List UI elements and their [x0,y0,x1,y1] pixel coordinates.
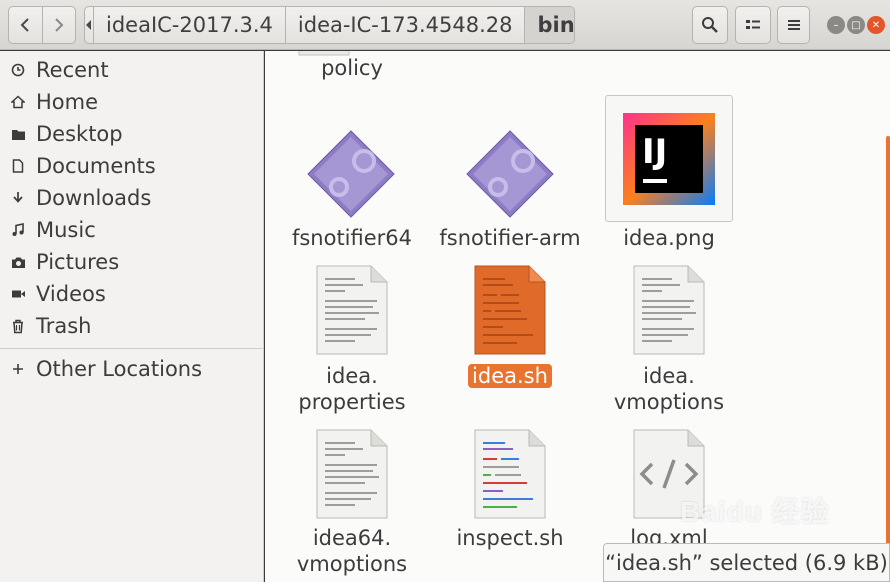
chevron-right-icon [55,18,64,32]
minimize-icon: – [833,19,839,31]
sidebar-item-music[interactable]: Music [0,214,263,246]
search-button[interactable] [692,6,728,44]
file-label-idea-properties-1: idea. [326,364,378,388]
header-bar: ideaIC-2017.3.4 idea-IC-173.4548.28 bin … [0,0,890,50]
document-icon [0,159,36,173]
sidebar-divider [0,348,263,349]
sidebar-item-label: Desktop [36,122,123,146]
sidebar-item-desktop[interactable]: Desktop [0,118,263,150]
hamburger-icon [787,20,800,30]
intellij-logo-icon: IJ [623,113,715,205]
breadcrumb: ideaIC-2017.3.4 idea-IC-173.4548.28 bin [84,6,575,44]
sidebar-item-label: Other Locations [36,357,203,381]
file-label-idea-properties-2: properties [298,390,406,414]
file-label-inspect-sh: inspect.sh [456,526,564,550]
text-file-icon [316,429,388,519]
history-nav [8,6,76,44]
sidebar-item-videos[interactable]: Videos [0,278,263,310]
minimize-button[interactable]: – [827,16,845,34]
view-toggle-button[interactable] [735,6,771,44]
file-item-idea-png[interactable]: IJ [605,95,733,222]
places-sidebar: Recent Home Desktop Documents Downloads … [0,51,264,582]
file-item-idea-properties[interactable] [315,264,389,360]
file-item-idea-sh[interactable] [473,264,547,360]
sidebar-item-label: Pictures [36,250,120,274]
shell-script-icon [474,265,546,355]
status-overlay: “idea.sh” selected (6.9 kB) [603,543,890,582]
text-file-icon [316,265,388,355]
sidebar-item-downloads[interactable]: Downloads [0,182,263,214]
executable-icon [466,130,554,218]
executable-icon [307,130,395,218]
path-scroll-left-button[interactable] [85,7,93,43]
home-icon [0,95,36,109]
clock-icon [0,63,36,77]
sidebar-item-recent[interactable]: Recent [0,54,263,86]
file-label-idea-sh: idea.sh [451,363,569,389]
triangle-left-icon [86,20,91,30]
breadcrumb-item-idea-root[interactable]: ideaIC-2017.3.4 [93,7,285,43]
status-text: “idea.sh” selected (6.9 kB) [605,550,888,575]
folder-icon [0,128,36,141]
watermark: Baidu 经验 [680,496,830,527]
file-label-idea64-vmoptions-1: idea64. [312,526,392,550]
file-item-idea-vmoptions[interactable] [632,264,706,360]
file-label-idea64-vmoptions-2: vmoptions [296,552,408,576]
file-item-fsnotifier-arm[interactable] [465,129,555,223]
sidebar-item-label: Downloads [36,186,152,210]
sidebar-item-label: Music [36,218,96,242]
sidebar-item-pictures[interactable]: Pictures [0,246,263,278]
file-label-policy: policy [321,56,383,80]
sidebar-item-other-locations[interactable]: Other Locations [0,353,263,385]
sidebar-item-label: Trash [36,314,92,338]
intellij-logo-text: IJ [642,132,667,172]
breadcrumb-item-idea-version[interactable]: idea-IC-173.4548.28 [284,7,525,43]
close-button[interactable]: ✕ [867,16,885,34]
sidebar-item-label: Home [36,90,99,114]
sidebar-item-label: Videos [36,282,106,306]
chevron-left-icon [21,18,30,32]
camera-icon [0,256,36,269]
file-label-idea-vmoptions-2: vmoptions [613,390,725,414]
close-icon: ✕ [871,19,881,31]
trash-icon [0,319,36,334]
maximize-icon: □ [851,19,861,31]
file-label-idea-vmoptions-1: idea. [643,364,695,388]
sidebar-item-label: Documents [36,154,156,178]
file-item-inspect-sh[interactable] [473,428,547,524]
maximize-button[interactable]: □ [847,16,865,34]
file-label-fsnotifier64: fsnotifier64 [291,226,413,250]
sidebar-item-documents[interactable]: Documents [0,150,263,182]
video-icon [0,288,36,300]
selected-filename: idea.sh [468,364,552,388]
back-button[interactable] [9,7,42,43]
vertical-scrollbar[interactable] [886,136,890,582]
file-item-fsnotifier64[interactable] [306,129,396,223]
sidebar-item-home[interactable]: Home [0,86,263,118]
download-icon [0,191,36,205]
file-label-idea-png: idea.png [623,226,715,250]
file-item-idea64-vmoptions[interactable] [315,428,389,524]
forward-button[interactable] [41,7,75,43]
text-file-icon [633,265,705,355]
breadcrumb-item-bin[interactable]: bin [524,7,574,43]
plus-icon [0,363,36,375]
menu-button[interactable] [777,6,810,44]
sidebar-item-label: Recent [36,58,109,82]
list-view-icon [746,20,760,29]
music-icon [0,223,36,237]
file-label-fsnotifier-arm: fsnotifier-arm [439,226,581,250]
sidebar-item-trash[interactable]: Trash [0,310,263,342]
shell-script-icon [474,429,546,519]
search-icon [702,17,718,33]
